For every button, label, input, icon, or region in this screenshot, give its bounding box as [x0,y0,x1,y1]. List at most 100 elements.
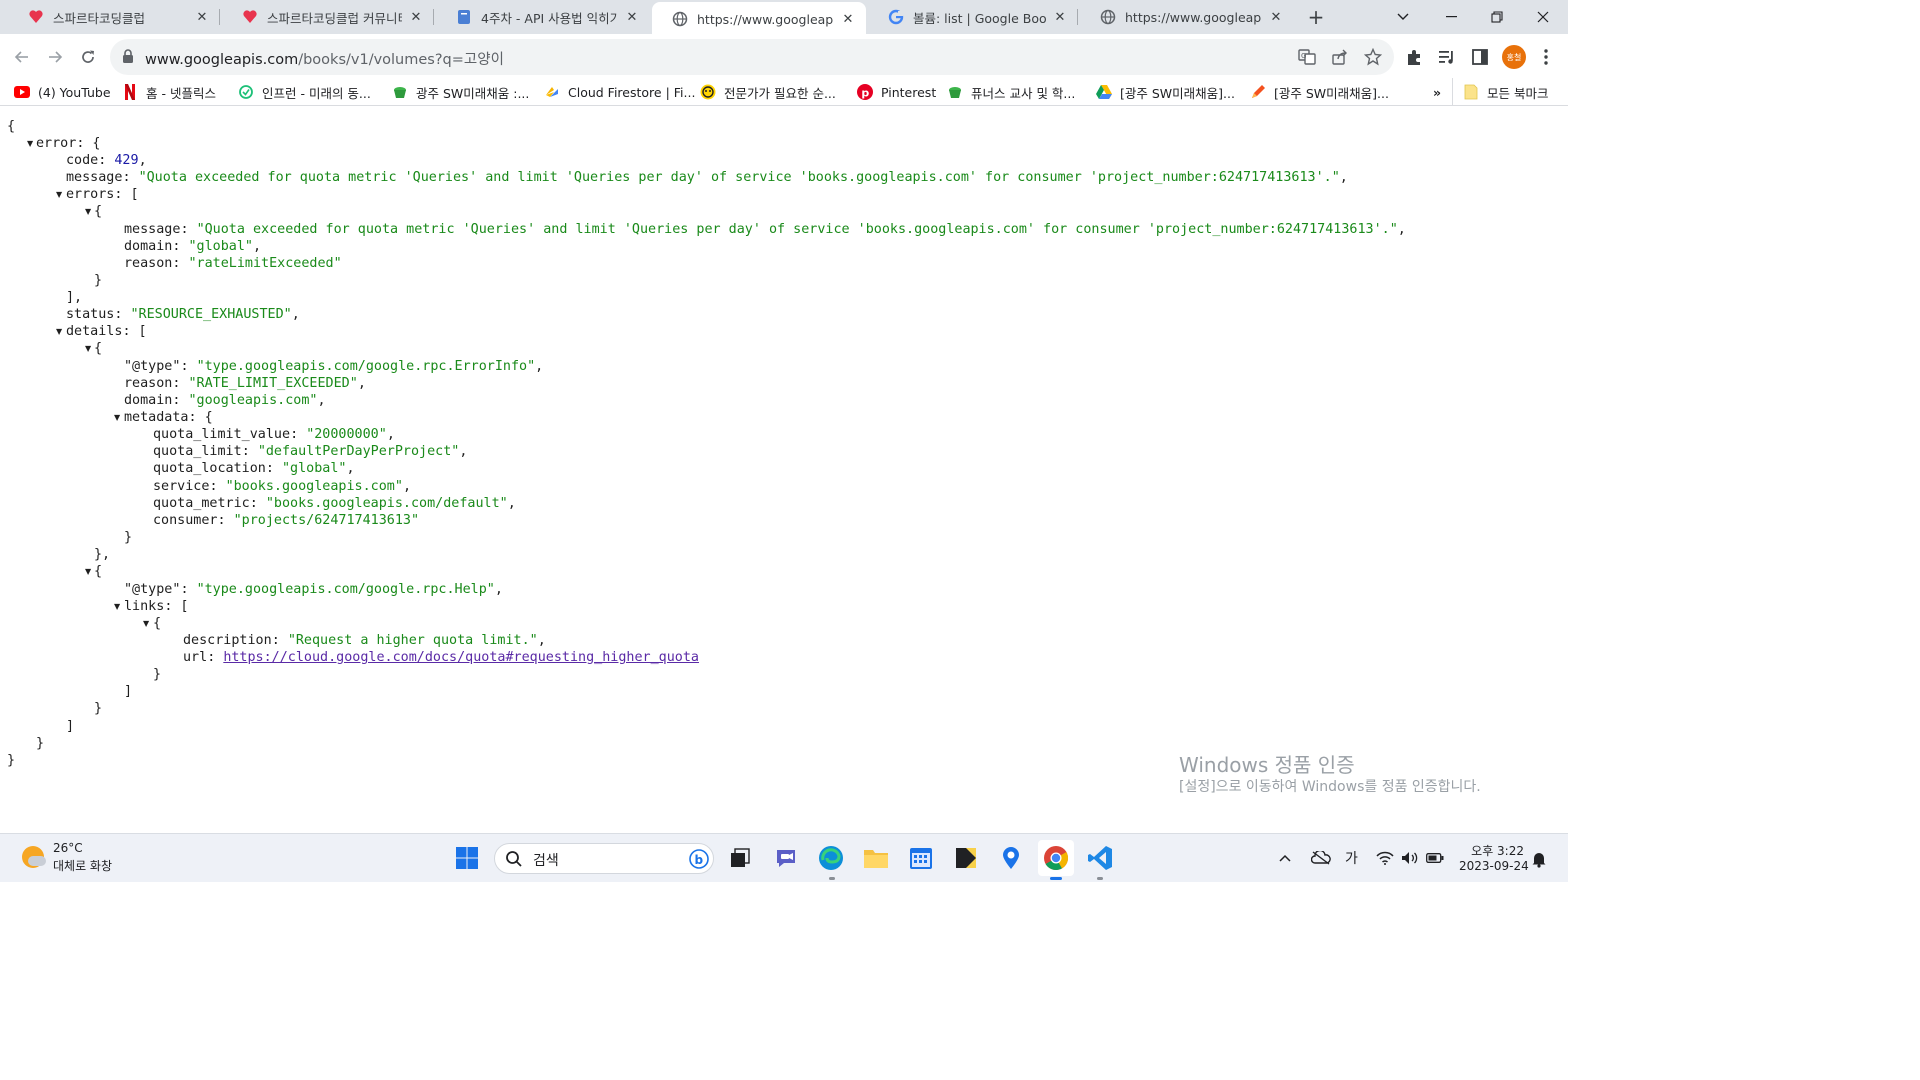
notification-bell-icon[interactable] [1531,849,1547,869]
globe-icon [1100,9,1116,25]
activation-watermark-title: Windows 정품 인증 [1179,753,1355,777]
bookmarks-overflow-button[interactable]: » [1433,82,1441,102]
tab-title: 볼륨: list | Google Books [913,10,1046,26]
maps-pin-icon[interactable] [996,843,1026,873]
taskbar-search[interactable]: 검색 b [494,843,714,874]
running-indicator [1097,877,1103,880]
json-line-url: url: https://cloud.google.com/docs/quota… [183,650,699,665]
tab-api-lesson[interactable]: 4주차 - API 사용법 익히기 ✕ [436,0,650,34]
tab-googleapis-2[interactable]: https://www.googleapis.com ✕ [1080,0,1294,34]
weather-description[interactable]: 대체로 화창 [53,857,112,874]
collapse-triangle-icon[interactable]: ▼ [85,340,91,357]
bookmark-firestore[interactable]: Cloud Firestore | Fi... [544,82,695,102]
tab-sparta[interactable]: 스파르타코딩클럽 ✕ [8,0,220,34]
json-line-details: details: [ [66,324,147,339]
side-panel-icon[interactable] [1469,46,1491,68]
lock-icon[interactable] [122,49,136,65]
wifi-icon[interactable] [1376,848,1394,868]
chat-icon[interactable] [771,843,801,873]
tab-title: https://www.googleapis.com [697,11,834,27]
chrome-icon[interactable] [1038,840,1074,876]
collapse-triangle-icon[interactable]: ▼ [114,598,120,615]
file-explorer-icon[interactable] [861,843,891,873]
more-menu-icon[interactable] [1535,46,1557,68]
tray-chevron-up-icon[interactable] [1279,848,1291,868]
bookmark-star-icon[interactable] [1363,47,1383,67]
bookmark-inflearn[interactable]: 인프런 - 미래의 동... [238,82,371,102]
extensions-icon[interactable] [1403,46,1425,68]
address-bar[interactable]: www.googleapis.com/books/v1/volumes?q=고양… [110,39,1394,75]
share-icon[interactable] [1330,47,1350,67]
svg-text:b: b [695,853,704,867]
bookmark-label: [광주 SW미래채움]... [1274,85,1389,101]
bookmark-youtube[interactable]: (4) YouTube [14,82,111,102]
back-button[interactable] [7,42,37,72]
weather-temperature[interactable]: 26°C [53,841,83,855]
sticky-notes-icon[interactable] [951,843,981,873]
close-icon[interactable]: ✕ [1052,9,1068,25]
minimize-button[interactable] [1428,0,1474,34]
collapse-triangle-icon[interactable]: ▼ [85,563,91,580]
close-window-button[interactable] [1520,0,1566,34]
tab-title: 스파르타코딩클럽 [53,10,146,26]
firestore-icon [544,84,560,100]
tab-sparta-community[interactable]: 스파르타코딩클럽 커뮤니티 ✕ [222,0,434,34]
json-line-d1-domain: domain: "googleapis.com", [124,393,326,408]
bookmark-expert[interactable]: 전문가가 필요한 순... [700,82,836,102]
bookmark-gwangju-drive[interactable]: [광주 SW미래채움]... [1096,82,1235,102]
reload-button[interactable] [73,42,103,72]
quota-help-link[interactable]: https://cloud.google.com/docs/quota#requ… [223,650,699,665]
collapse-triangle-icon[interactable]: ▼ [85,203,91,220]
json-line-d1-type: "@type": "type.googleapis.com/google.rpc… [124,359,544,374]
close-icon[interactable]: ✕ [194,9,210,25]
url-text[interactable]: www.googleapis.com/books/v1/volumes?q=고양… [145,48,504,69]
bing-icon[interactable]: b [689,849,709,873]
json-line-consumer: consumer: "projects/624717413613" [153,513,420,528]
collapse-triangle-icon[interactable]: ▼ [56,186,62,203]
battery-icon[interactable] [1426,848,1444,868]
collapse-triangle-icon[interactable]: ▼ [27,135,33,152]
collapse-triangle-icon[interactable]: ▼ [56,323,62,340]
onedrive-offline-icon[interactable] [1311,848,1331,868]
bookmark-gwangju-sw[interactable]: 광주 SW미래채움 :... [392,82,529,102]
start-button[interactable] [452,843,482,873]
bookmark-gwangju-pen[interactable]: [광주 SW미래채움]... [1250,82,1389,102]
profile-avatar[interactable]: 홍철 [1502,45,1526,69]
calendar-icon[interactable] [906,843,936,873]
json-line-d2-type: "@type": "type.googleapis.com/google.rpc… [124,582,503,597]
ime-indicator[interactable]: 가 [1345,848,1358,868]
tab-divider [433,9,434,25]
forward-button[interactable] [40,42,70,72]
restore-button[interactable] [1474,0,1520,34]
bookmark-netflix[interactable]: 홈 - 넷플릭스 [122,82,216,102]
close-icon[interactable]: ✕ [624,9,640,25]
clock-date[interactable]: 2023-09-24 [1459,859,1529,873]
new-tab-button[interactable]: + [1304,5,1328,29]
json-brace: { [94,204,103,219]
bookmark-funers[interactable]: 퓨너스 교사 및 학... [947,82,1075,102]
vscode-icon[interactable] [1085,843,1115,873]
tab-googleapis-active[interactable]: https://www.googleapis.com ✕ [652,2,866,36]
tab-title: https://www.googleapis.com [1125,9,1262,25]
edge-icon[interactable] [816,843,846,873]
close-icon[interactable]: ✕ [408,9,424,25]
close-icon[interactable]: ✕ [840,11,856,27]
volume-icon[interactable] [1401,848,1419,868]
bookmark-label: 모든 북마크 [1487,85,1549,101]
task-view-icon[interactable] [725,843,755,873]
netflix-icon [122,84,138,100]
close-icon[interactable]: ✕ [1268,9,1284,25]
clock-time[interactable]: 오후 3:22 [1468,842,1524,859]
collapse-triangle-icon[interactable]: ▼ [114,409,120,426]
search-icon [505,850,523,872]
svg-text:G: G [1301,52,1306,60]
collapse-triangle-icon[interactable]: ▼ [143,615,149,632]
reading-list-icon[interactable] [1436,46,1458,68]
bookmark-pinterest[interactable]: p Pinterest [857,82,936,102]
tab-google-books[interactable]: 볼륨: list | Google Books ✕ [868,0,1078,34]
all-bookmarks-folder[interactable]: 모든 북마크 [1463,82,1548,102]
youtube-icon [14,84,30,100]
tab-search-chevron-icon[interactable] [1380,0,1426,34]
translate-icon[interactable]: G [1297,47,1317,67]
json-brace-close: } [7,753,16,768]
